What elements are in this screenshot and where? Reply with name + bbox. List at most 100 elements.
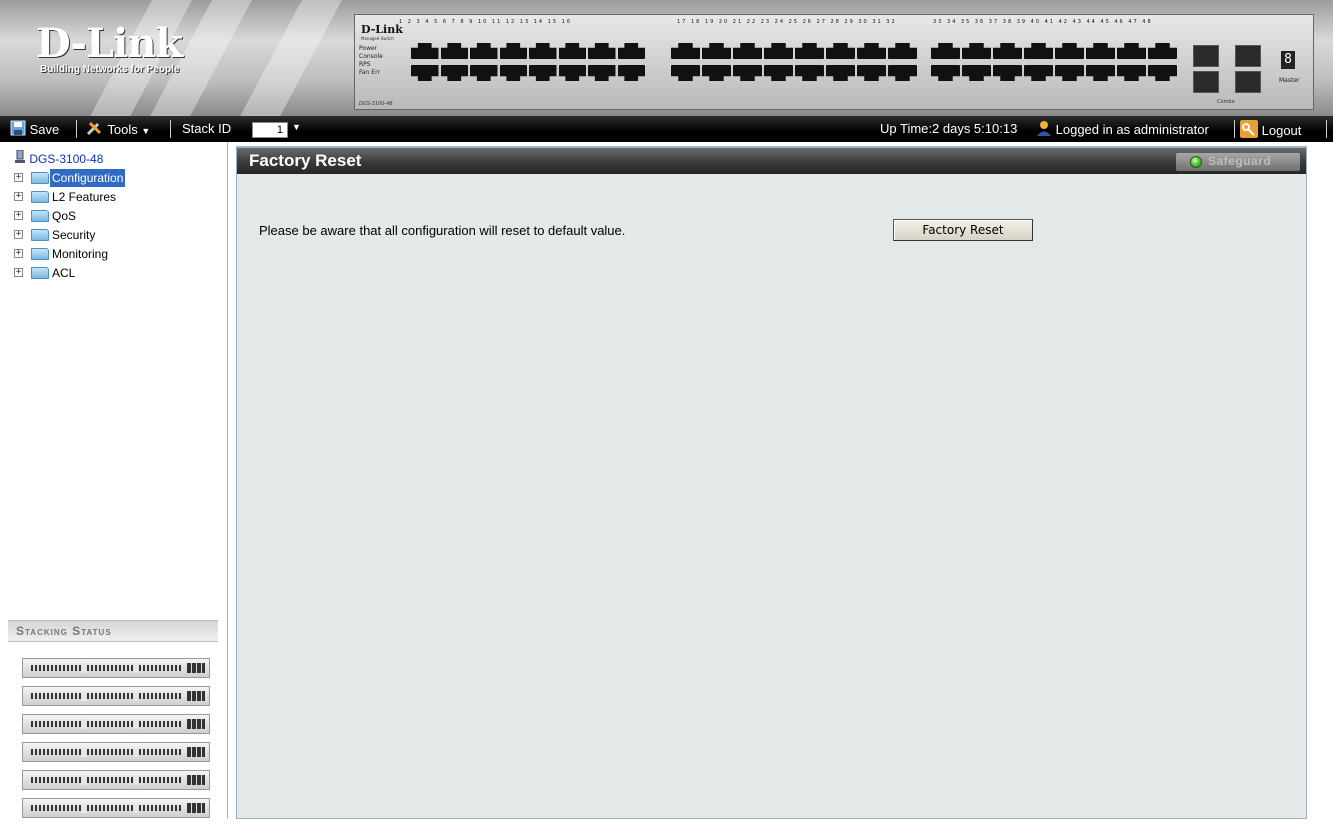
port — [795, 65, 824, 81]
port — [962, 43, 991, 59]
stack-unit[interactable] — [22, 714, 210, 734]
port — [962, 65, 991, 81]
logged-in-text: Logged in as administrator — [1055, 121, 1209, 137]
port — [1024, 43, 1053, 59]
port-row-top-1 — [411, 43, 645, 59]
port — [1024, 65, 1053, 81]
port-numbers-group-3: 33 34 35 36 37 38 39 40 41 42 43 44 45 4… — [933, 19, 1153, 25]
logout-button[interactable]: Logout — [1240, 120, 1301, 138]
port — [499, 65, 527, 81]
user-status: Logged in as administrator — [1036, 120, 1209, 138]
expand-plus-icon[interactable]: + — [14, 268, 23, 278]
port — [558, 43, 586, 59]
port — [993, 43, 1022, 59]
tree-item-monitoring[interactable]: + Monitoring — [14, 244, 110, 262]
port — [499, 43, 527, 59]
port — [1148, 65, 1177, 81]
master-label: Master — [1279, 77, 1300, 84]
expand-plus-icon[interactable]: + — [14, 249, 23, 259]
port — [826, 65, 855, 81]
port — [931, 65, 960, 81]
tools-menu-button[interactable]: Tools ▼ — [86, 120, 150, 138]
stack-unit[interactable] — [22, 742, 210, 762]
stacking-status-header: Stacking Status — [8, 620, 218, 642]
chevron-down-icon[interactable]: ▼ — [292, 122, 301, 132]
user-icon — [1036, 120, 1052, 141]
port — [1086, 65, 1115, 81]
header-banner: D-Link Building Networks for People D-Li… — [0, 0, 1333, 116]
port-row-bottom-3 — [931, 65, 1177, 81]
stack-unit[interactable] — [22, 658, 210, 678]
port — [470, 65, 498, 81]
switch-device-icon — [14, 149, 26, 169]
port — [702, 65, 731, 81]
chevron-down-icon: ▼ — [141, 125, 151, 136]
logo-text: D-Link — [36, 20, 183, 67]
tree-root-label: DGS-3100-48 — [29, 152, 104, 166]
combo-label: Combo — [1217, 99, 1235, 105]
toolbar-divider — [170, 120, 171, 138]
uptime-text: Up Time:2 days 5:10:13 — [880, 121, 1018, 136]
port — [733, 43, 762, 59]
tree-item-acl[interactable]: + ACL — [14, 263, 77, 281]
tree-item-label: QoS — [52, 208, 77, 223]
tree-item-label: ACL — [52, 265, 76, 280]
led-fan-err: Fan Err — [359, 69, 380, 76]
port — [857, 43, 886, 59]
port — [1148, 43, 1177, 59]
expand-plus-icon[interactable]: + — [14, 211, 23, 221]
stack-id-label: Stack ID — [182, 121, 232, 136]
device-led-legend: Power Console RPS Fan Err — [359, 45, 383, 77]
folder-icon — [31, 209, 49, 222]
sfp-port — [1193, 71, 1219, 93]
save-button[interactable]: Save — [10, 120, 59, 138]
panel-header: Factory Reset Safeguard — [237, 147, 1306, 174]
main-panel: Factory Reset Safeguard Please be aware … — [236, 146, 1307, 819]
tree-item-label: Configuration — [50, 168, 126, 187]
reset-warning-text: Please be aware that all configuration w… — [259, 223, 626, 238]
port-numbers-group-1: 1 2 3 4 5 6 7 8 9 10 11 12 13 14 15 16 — [399, 19, 573, 25]
stack-unit[interactable] — [22, 686, 210, 706]
device-model: DGS-3100-48 — [359, 101, 393, 107]
tree-root-device[interactable]: DGS-3100-48 — [14, 149, 104, 169]
factory-reset-button[interactable]: Factory Reset — [893, 219, 1033, 241]
port — [764, 43, 793, 59]
tree-item-security[interactable]: + Security — [14, 225, 97, 243]
safeguard-indicator: Safeguard — [1176, 153, 1300, 171]
port-row-bottom-2 — [671, 65, 917, 81]
banner-streak — [227, 0, 353, 116]
port — [1055, 43, 1084, 59]
stack-id-select[interactable]: 1 — [252, 122, 288, 138]
port-row-top-2 — [671, 43, 917, 59]
port — [795, 43, 824, 59]
tree-item-configuration[interactable]: + Configuration — [14, 168, 126, 187]
device-brand: D-Link — [361, 23, 403, 36]
port — [702, 43, 731, 59]
stack-unit[interactable] — [22, 770, 210, 790]
port — [440, 65, 468, 81]
expand-plus-icon[interactable]: + — [14, 192, 23, 202]
toolbar: Save Tools ▼ Stack ID 1 ▼ Up Time:2 days… — [0, 116, 1333, 142]
safeguard-label: Safeguard — [1208, 154, 1272, 168]
device-subtitle: Managed Switch — [361, 36, 394, 41]
port — [617, 43, 645, 59]
stack-unit[interactable] — [22, 798, 210, 818]
expand-plus-icon[interactable]: + — [14, 173, 23, 183]
tree-item-qos[interactable]: + QoS — [14, 206, 78, 224]
port-numbers-group-2: 17 18 19 20 21 22 23 24 25 26 27 28 29 3… — [677, 19, 897, 25]
unit-id-display: 8 — [1281, 51, 1295, 69]
port — [529, 65, 557, 81]
port — [888, 65, 917, 81]
page-title: Factory Reset — [249, 151, 362, 170]
port — [411, 65, 439, 81]
save-label: Save — [29, 121, 60, 137]
dlink-logo: D-Link Building Networks for People — [28, 18, 208, 78]
port — [617, 65, 645, 81]
port — [558, 65, 586, 81]
expand-plus-icon[interactable]: + — [14, 230, 23, 240]
tree-item-l2-features[interactable]: + L2 Features — [14, 187, 118, 205]
tree-item-label: Monitoring — [52, 246, 109, 261]
port — [588, 65, 616, 81]
logout-label: Logout — [1261, 122, 1302, 138]
toolbar-divider — [1326, 120, 1327, 138]
